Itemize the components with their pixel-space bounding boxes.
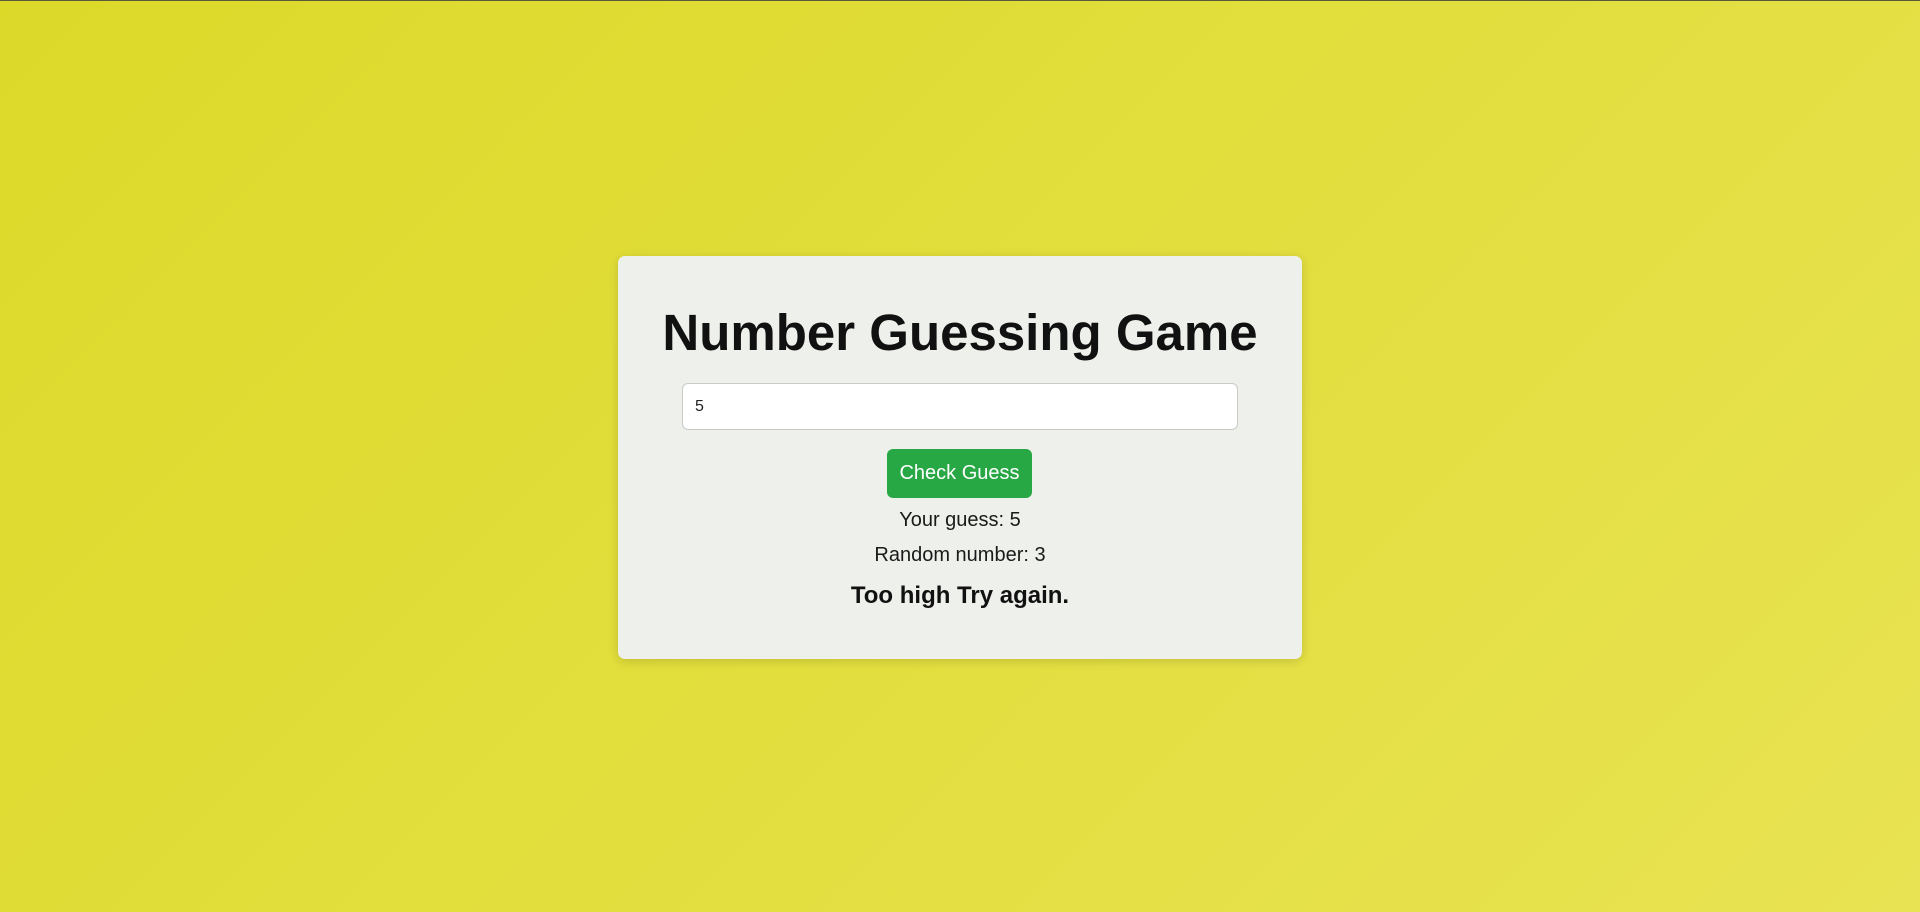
guess-input[interactable] (682, 383, 1238, 430)
your-guess-text: Your guess: 5 (899, 509, 1021, 531)
result-message: Too high Try again. (850, 582, 1070, 609)
check-guess-button[interactable]: Check Guess (887, 449, 1032, 498)
page-title: Number Guessing Game (662, 304, 1258, 361)
game-card: Number Guessing Game Check Guess Your gu… (618, 256, 1302, 659)
random-number-text: Random number: 3 (874, 544, 1046, 566)
